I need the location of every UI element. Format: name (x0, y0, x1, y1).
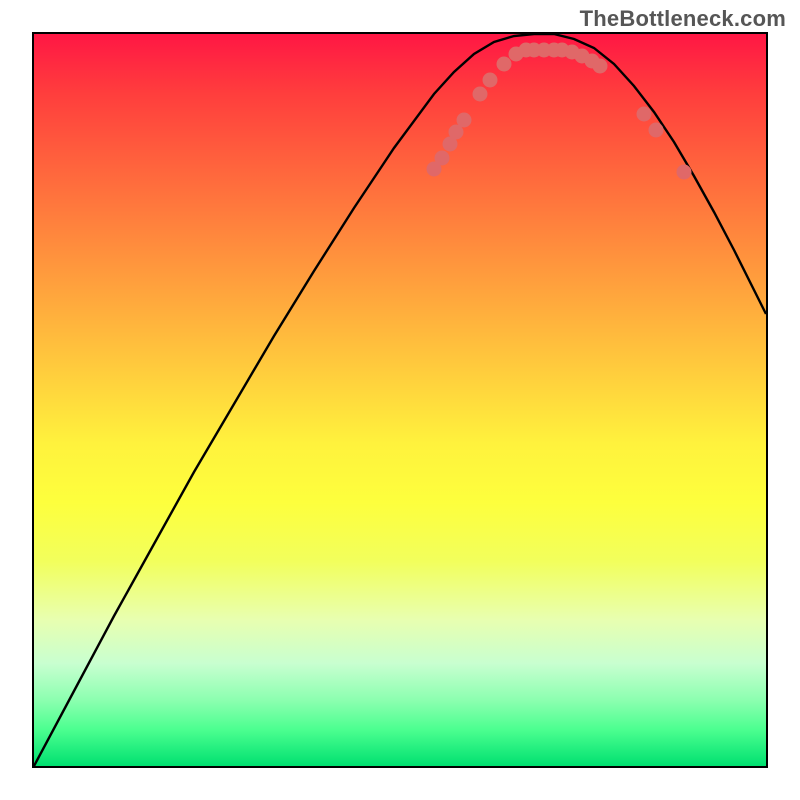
chart-container: TheBottleneck.com (0, 0, 800, 800)
chart-border-bottom (32, 766, 768, 768)
chart-background-gradient (34, 34, 766, 766)
attribution-label: TheBottleneck.com (580, 6, 786, 32)
chart-border-left (32, 32, 34, 768)
chart-border-right (766, 32, 768, 768)
chart-border-top (32, 32, 768, 34)
